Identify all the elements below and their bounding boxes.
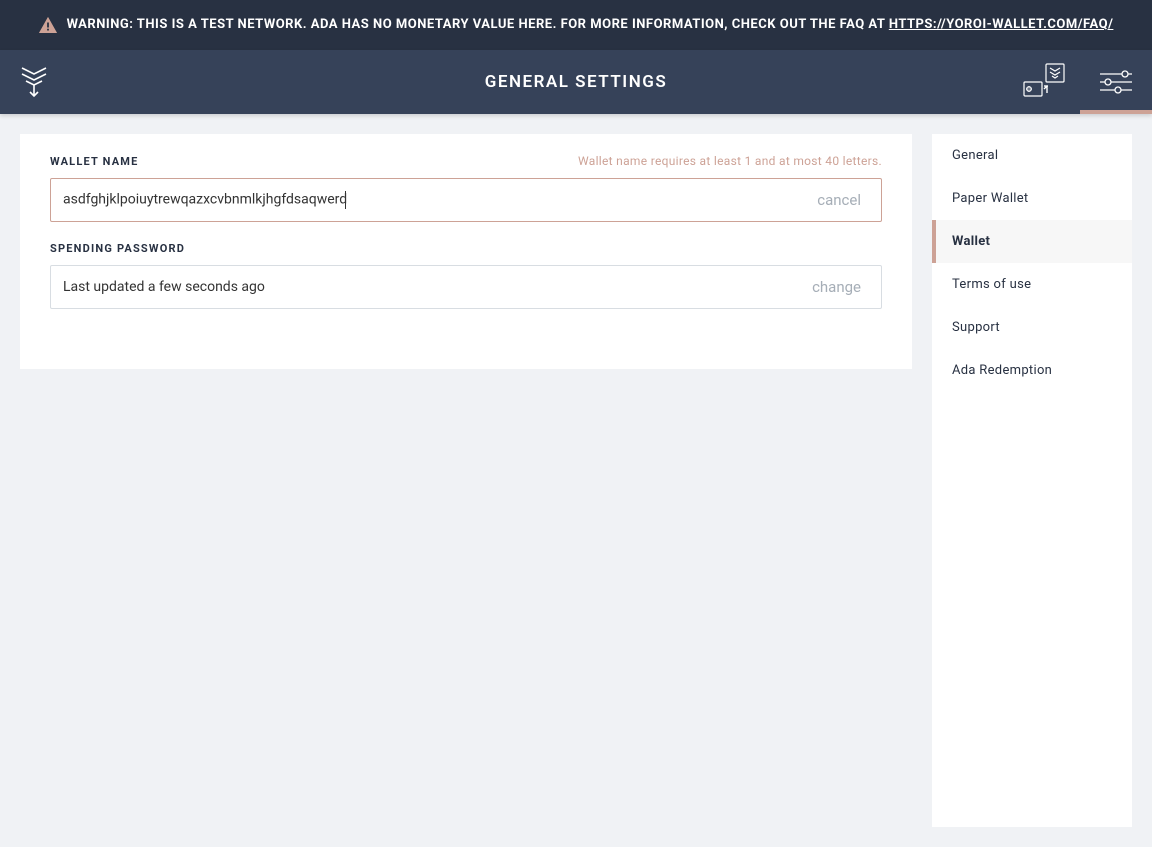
warning-banner: WARNING: THIS IS A TEST NETWORK. ADA HAS…	[0, 0, 1152, 50]
sidebar-item-support[interactable]: Support	[932, 306, 1132, 349]
wallet-name-group: WALLET NAME Wallet name requires at leas…	[50, 154, 882, 222]
wallet-name-input[interactable]: asdfghjklpoiuytrewqazxcvbnmlkjhgfdsaqwer…	[63, 191, 805, 209]
app-header: GENERAL SETTINGS	[0, 50, 1152, 114]
settings-sidebar: General Paper Wallet Wallet Terms of use…	[932, 134, 1132, 827]
wallet-name-value: asdfghjklpoiuytrewqazxcvbnmlkjhgfdsaqwer…	[63, 192, 347, 208]
wallet-name-header: WALLET NAME Wallet name requires at leas…	[50, 154, 882, 168]
main-panel: WALLET NAME Wallet name requires at leas…	[20, 134, 912, 369]
sidebar-item-paper-wallet[interactable]: Paper Wallet	[932, 177, 1132, 220]
logo-icon[interactable]	[0, 50, 68, 114]
change-button[interactable]: change	[812, 278, 861, 296]
wallet-name-label: WALLET NAME	[50, 155, 139, 168]
warning-text: WARNING: THIS IS A TEST NETWORK. ADA HAS…	[67, 15, 1114, 36]
warning-icon	[39, 17, 57, 33]
spending-password-group: SPENDING PASSWORD Last updated a few sec…	[50, 242, 882, 309]
spending-password-field[interactable]: Last updated a few seconds ago change	[50, 265, 882, 309]
sidebar-item-general[interactable]: General	[932, 134, 1132, 177]
warning-text-prefix: WARNING: THIS IS A TEST NETWORK. ADA HAS…	[67, 17, 889, 32]
spending-password-label: SPENDING PASSWORD	[50, 242, 185, 255]
sidebar-item-wallet[interactable]: Wallet	[932, 220, 1132, 263]
cancel-button[interactable]: cancel	[817, 191, 861, 209]
wallet-name-field[interactable]: asdfghjklpoiuytrewqazxcvbnmlkjhgfdsaqwer…	[50, 178, 882, 222]
page-title: GENERAL SETTINGS	[485, 72, 667, 92]
wallet-name-error: Wallet name requires at least 1 and at m…	[578, 154, 882, 168]
warning-link[interactable]: HTTPS://YOROI-WALLET.COM/FAQ/	[889, 17, 1114, 32]
content-area: WALLET NAME Wallet name requires at leas…	[0, 114, 1152, 847]
spending-password-value: Last updated a few seconds ago	[63, 279, 800, 295]
settings-button[interactable]	[1080, 50, 1152, 114]
sidebar-item-terms[interactable]: Terms of use	[932, 263, 1132, 306]
spending-password-header: SPENDING PASSWORD	[50, 242, 882, 255]
sidebar-item-ada-redemption[interactable]: Ada Redemption	[932, 349, 1132, 392]
header-actions	[1008, 50, 1152, 114]
wallet-transfer-button[interactable]	[1008, 50, 1080, 114]
text-caret	[345, 191, 346, 209]
